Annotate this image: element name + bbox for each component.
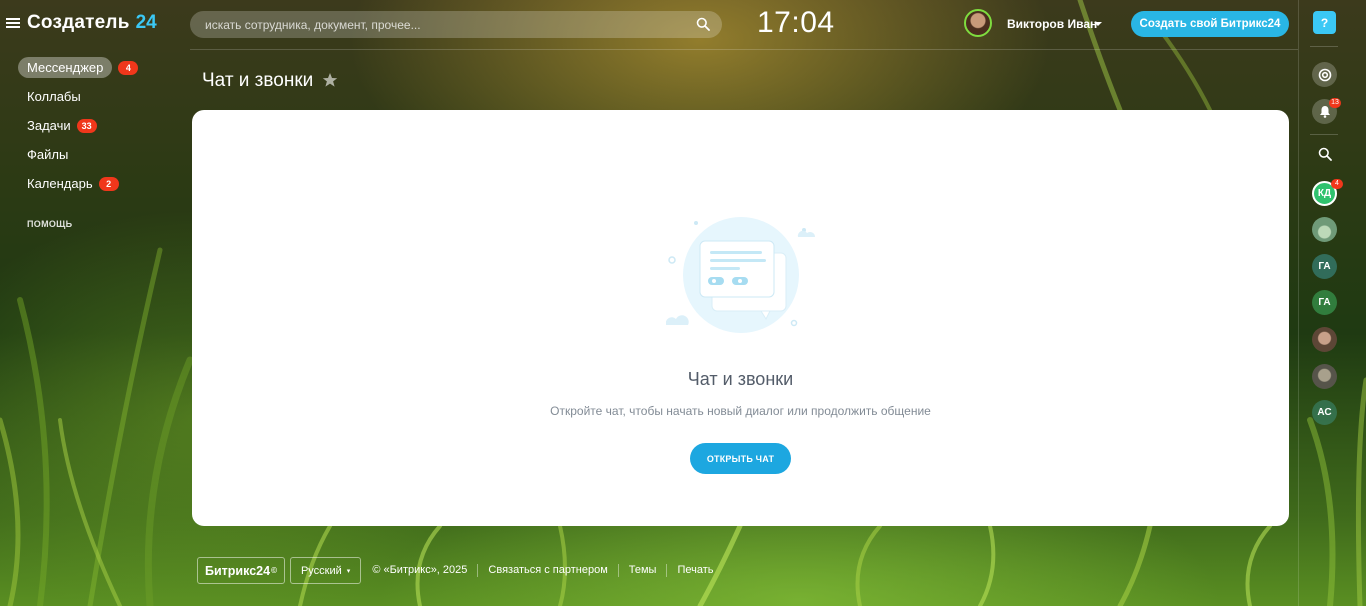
chat-avatar-ga-2[interactable]: ГА [1312,290,1337,315]
footer-copyright: © «Битрикс», 2025 [372,564,468,576]
language-label: Русский [300,564,342,577]
at-sign-icon [1318,68,1331,81]
chat-avatar-label: ГА [1318,261,1331,272]
sidebar-item-label: Коллабы [27,89,81,104]
chat-kd-label: КД [1317,188,1332,199]
sidebar-item-label: Файлы [27,147,69,162]
clock[interactable]: 17:04 [757,6,835,40]
chat-avatar-photo[interactable] [1312,217,1337,242]
right-search-button[interactable] [1312,141,1337,166]
chat-avatar-label: АС [1317,407,1332,418]
sidebar-item-label: Мессенджер [18,57,113,78]
chevron-down-icon: ▾ [346,567,351,575]
chevron-down-icon[interactable] [1094,22,1102,26]
star-icon[interactable] [322,72,338,88]
sidebar-nav: Мессенджер 4 Коллабы Задачи 33 Файлы Кал… [18,53,188,198]
user-name[interactable]: Викторов Иван [1007,17,1097,31]
footer-link-themes[interactable]: Темы [617,564,667,577]
count-badge: 33 [76,118,97,133]
search-icon[interactable] [696,17,710,31]
user-avatar[interactable] [964,9,992,37]
sidebar-item-messenger[interactable]: Мессенджер 4 [18,53,188,82]
page-title: Чат и звонки [202,70,314,91]
footer-logo[interactable]: Битрикс24 © [197,557,285,584]
footer-logo-text: Битрикс24 [205,563,271,578]
count-badge: 4 [118,60,139,75]
sidebar-item-tasks[interactable]: Задачи 33 [18,111,188,140]
footer: Битрикс24 © Русский ▾ © «Битрикс», 2025 … [197,557,724,584]
header-divider [190,49,1298,50]
sidebar-item-files[interactable]: Файлы [18,140,188,169]
logo[interactable]: Создатель 24 [6,12,157,34]
copilot-icon[interactable] [1312,62,1337,87]
search-icon [1318,147,1332,161]
right-bar-separator [1310,46,1338,47]
copyright-icon: © [271,566,277,575]
menu-icon[interactable] [6,17,20,29]
empty-state-subtitle: Откройте чат, чтобы начать новый диалог … [550,404,931,418]
bell-icon [1319,106,1330,118]
search-input[interactable] [190,16,697,33]
open-chat-button[interactable]: ОТКРЫТЬ ЧАТ [690,443,791,474]
chat-avatar-photo-3[interactable] [1312,364,1337,389]
chat-avatar-ac[interactable]: АС [1312,400,1337,425]
footer-link-partner[interactable]: Связаться с партнером [477,564,617,577]
right-bar-divider [1298,0,1299,606]
chat-avatar-photo-2[interactable] [1312,327,1337,352]
chat-avatar-ga-1[interactable]: ГА [1312,254,1337,279]
chat-illustration-icon [666,217,815,333]
logo-number: 24 [135,12,157,33]
logo-text: Создатель [27,12,130,33]
footer-link-print[interactable]: Печать [666,564,723,577]
help-button[interactable]: ? [1313,11,1336,34]
sidebar-help-link[interactable]: ПОМОЩЬ [27,219,72,229]
chat-kd-badge: 4 [1331,179,1343,189]
chat-placeholder-card: Чат и звонки Откройте чат, чтобы начать … [192,110,1289,526]
notifications-badge: 13 [1329,98,1341,108]
search-bar[interactable] [190,11,722,38]
count-badge: 2 [98,176,119,191]
language-selector[interactable]: Русский ▾ [289,557,362,584]
sidebar-item-label: Календарь [27,176,93,191]
chat-avatar-label: ГА [1318,297,1331,308]
sidebar-item-calendar[interactable]: Календарь 2 [18,169,188,198]
create-bitrix24-button[interactable]: Создать свой Битрикс24 [1131,11,1289,37]
sidebar-item-label: Задачи [27,118,71,133]
right-bar-separator [1310,134,1338,135]
sidebar-item-collabs[interactable]: Коллабы [18,82,188,111]
empty-state-title: Чат и звонки [687,369,794,389]
